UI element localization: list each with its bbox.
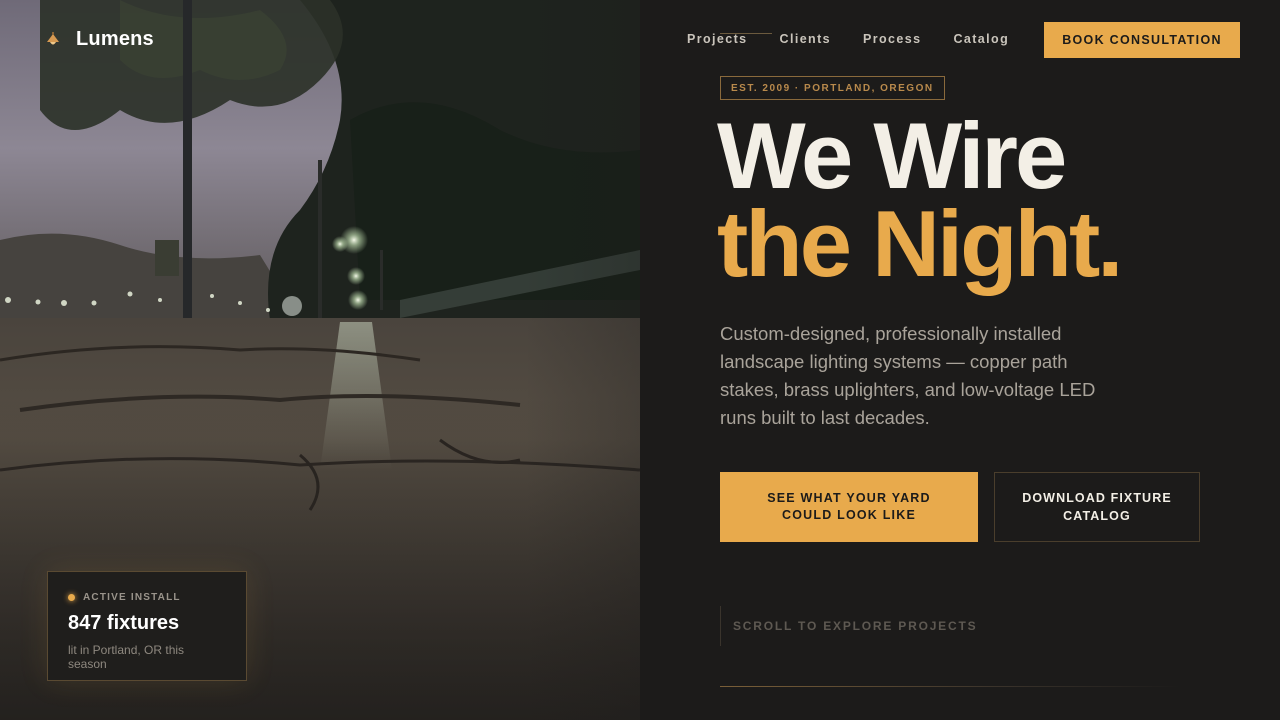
headline-line-2: the Night. (717, 191, 1123, 296)
divider (720, 686, 1180, 687)
book-consultation-button[interactable]: BOOK CONSULTATION (1044, 22, 1240, 58)
nav-item-clients[interactable]: Clients (780, 32, 831, 46)
eyebrow-badge: EST. 2009 · PORTLAND, OREGON (720, 76, 945, 100)
card-note: lit in Portland, OR this season (68, 643, 185, 671)
fixture-count: 847 fixtures (68, 612, 180, 634)
see-your-yard-button[interactable]: SEE WHAT YOUR YARD COULD LOOK LIKE (720, 472, 978, 542)
status-dot-icon (68, 594, 75, 601)
card-kicker-label: ACTIVE INSTALL (83, 592, 181, 603)
download-catalog-button[interactable]: DOWNLOAD FIXTURE CATALOG (994, 472, 1200, 542)
lamp-icon (47, 31, 59, 44)
headline-line-1: We Wire (717, 103, 1067, 208)
hero-headline: We Wire the Night. (717, 103, 1123, 296)
active-install-card: ACTIVE INSTALL 847 fixtures lit in Portl… (47, 571, 247, 681)
hero-description: Custom-designed, professionally installe… (720, 323, 1096, 428)
scroll-hint[interactable]: SCROLL TO EXPLORE PROJECTS (720, 606, 977, 646)
main-nav: Projects Clients Process Catalog (687, 32, 1009, 46)
brand-logo[interactable]: Lumens (44, 28, 154, 51)
card-kicker: ACTIVE INSTALL (68, 592, 226, 603)
landing-page: Lumens Projects Clients Process Catalog … (0, 0, 1280, 720)
nav-item-projects[interactable]: Projects (687, 32, 748, 46)
nav-item-catalog[interactable]: Catalog (953, 32, 1009, 46)
brand-name: Lumens (76, 28, 154, 50)
nav-item-process[interactable]: Process (863, 32, 921, 46)
